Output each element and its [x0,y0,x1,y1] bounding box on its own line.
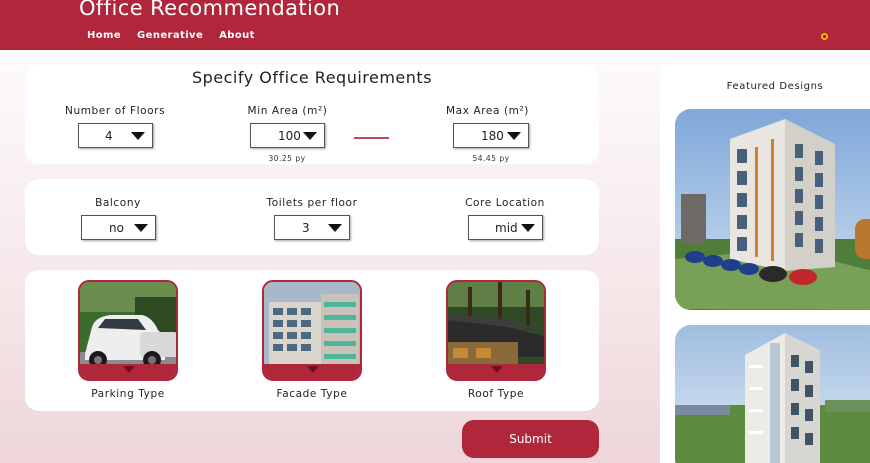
featured-design-card[interactable] [675,325,870,463]
core-select[interactable]: mid [468,215,543,240]
chevron-down-icon [123,366,135,373]
featured-design-image [675,109,870,310]
toilets-label: Toilets per floor [266,197,358,209]
balcony-label: Balcony [95,197,141,209]
max-area-value: 180 [481,129,504,143]
toilets-value: 3 [302,221,310,235]
min-area-label: Min Area (m²) [247,105,328,117]
requirements-title: Specify Office Requirements [191,68,433,87]
featured-designs-title: Featured Designs [726,81,824,92]
featured-design-card[interactable] [675,109,870,310]
roof-type-label: Roof Type [467,388,525,400]
types-card: Parking Type Facade Type Roof Type [25,270,599,411]
parking-type-selector[interactable] [78,280,178,381]
chevron-down-icon [328,224,342,232]
options-card: Balcony no Toilets per floor 3 Core Loca… [25,179,599,255]
chevron-down-icon [507,132,521,140]
nav-home[interactable]: Home [87,30,121,41]
floors-label: Number of Floors [65,105,166,117]
chevron-down-icon [131,132,145,140]
max-area-label: Max Area (m²) [446,105,529,117]
nav-about[interactable]: About [219,30,255,41]
max-area-select[interactable]: 180 [453,123,529,148]
min-area-select[interactable]: 100 [250,123,325,148]
toilets-select[interactable]: 3 [274,215,350,240]
chevron-down-icon [491,366,503,373]
core-value: mid [495,221,518,235]
roof-type-selector[interactable] [446,280,546,381]
nav-generative[interactable]: Generative [137,30,203,41]
min-area-value: 100 [278,129,301,143]
balcony-select[interactable]: no [81,215,156,240]
submit-button[interactable]: Submit [462,420,599,458]
featured-design-image [675,325,870,463]
chevron-down-icon [303,132,317,140]
balcony-value: no [109,221,124,235]
min-area-py: 30.25 py [268,154,306,163]
user-avatar-icon[interactable] [819,31,830,42]
featured-designs-panel: Featured Designs [660,62,870,463]
parking-type-dropdown[interactable] [80,364,176,379]
roof-type-dropdown[interactable] [448,364,544,379]
chevron-down-icon [134,224,148,232]
chevron-down-icon [521,224,535,232]
main-nav: Home Generative About [87,30,255,41]
app-header: Office Recommendation Home Generative Ab… [0,0,870,50]
floors-select[interactable]: 4 [78,123,153,148]
chevron-down-icon [307,366,319,373]
facade-type-label: Facade Type [276,388,348,400]
max-area-py: 54.45 py [472,154,510,163]
app-title: Office Recommendation [79,0,341,20]
facade-type-dropdown[interactable] [264,364,360,379]
parking-type-label: Parking Type [91,388,165,400]
facade-type-selector[interactable] [262,280,362,381]
floors-value: 4 [105,129,113,143]
range-separator [354,137,389,139]
requirements-card: Specify Office Requirements Number of Fl… [25,64,599,164]
core-label: Core Location [465,197,545,209]
